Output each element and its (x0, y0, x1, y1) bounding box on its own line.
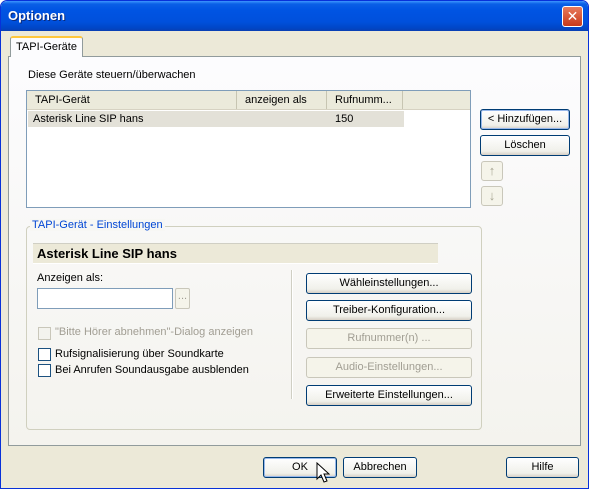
delete-button[interactable]: Löschen (480, 135, 570, 156)
tab-tapi-devices[interactable]: TAPI-Geräte (10, 36, 83, 57)
close-button[interactable]: ✕ (562, 6, 583, 27)
settings-divider (291, 270, 293, 399)
mute-on-call-label: Bei Anrufen Soundausgabe ausblenden (55, 364, 249, 376)
pickup-dialog-checkbox[interactable] (38, 327, 51, 340)
device-settings-legend: TAPI-Gerät - Einstellungen (30, 219, 165, 231)
help-button[interactable]: Hilfe (506, 457, 579, 478)
list-header: TAPI-Gerät anzeigen als Rufnumm... (27, 91, 470, 110)
dial-settings-button[interactable]: Wähleinstellungen... (306, 273, 472, 294)
display-as-label: Anzeigen als: (37, 272, 104, 284)
cancel-button[interactable]: Abbrechen (343, 457, 417, 478)
column-header-device[interactable]: TAPI-Gerät (27, 91, 237, 109)
advanced-settings-button[interactable]: Erweiterte Einstellungen... (306, 385, 472, 406)
arrow-up-icon: ↑ (488, 163, 496, 178)
window-title: Optionen (8, 8, 66, 23)
display-as-input[interactable] (37, 288, 173, 309)
panel-description: Diese Geräte steuern/überwachen (28, 69, 196, 81)
browse-button[interactable]: ... (175, 288, 190, 309)
list-item[interactable]: Asterisk Line SIP hans 150 (28, 111, 404, 127)
pickup-dialog-label: "Bitte Hörer abnehmen"-Dialog anzeigen (55, 326, 253, 338)
selected-device-name: Asterisk Line SIP hans (33, 243, 438, 264)
arrow-down-icon: ↓ (488, 188, 496, 203)
move-up-button[interactable]: ↑ (481, 161, 503, 181)
list-item-number: 150 (335, 113, 354, 125)
column-header-number[interactable]: Rufnumm... (327, 91, 403, 109)
column-header-display-as[interactable]: anzeigen als (237, 91, 327, 109)
list-item-device: Asterisk Line SIP hans (33, 113, 144, 125)
audio-settings-button[interactable]: Audio-Einstellungen... (306, 357, 472, 378)
close-icon: ✕ (566, 8, 579, 24)
mute-on-call-checkbox[interactable] (38, 364, 51, 377)
mouse-pointer-icon (316, 462, 330, 483)
move-down-button[interactable]: ↓ (481, 186, 503, 206)
device-list[interactable]: TAPI-Gerät anzeigen als Rufnumm... Aster… (26, 90, 471, 208)
numbers-button[interactable]: Rufnummer(n) ... (306, 328, 472, 349)
add-button[interactable]: < Hinzufügen... (480, 109, 570, 130)
title-bar[interactable]: Optionen ✕ (1, 1, 588, 31)
ring-sound-checkbox[interactable] (38, 348, 51, 361)
ring-sound-label: Rufsignalisierung über Soundkarte (55, 348, 224, 360)
driver-config-button[interactable]: Treiber-Konfiguration... (306, 300, 472, 321)
